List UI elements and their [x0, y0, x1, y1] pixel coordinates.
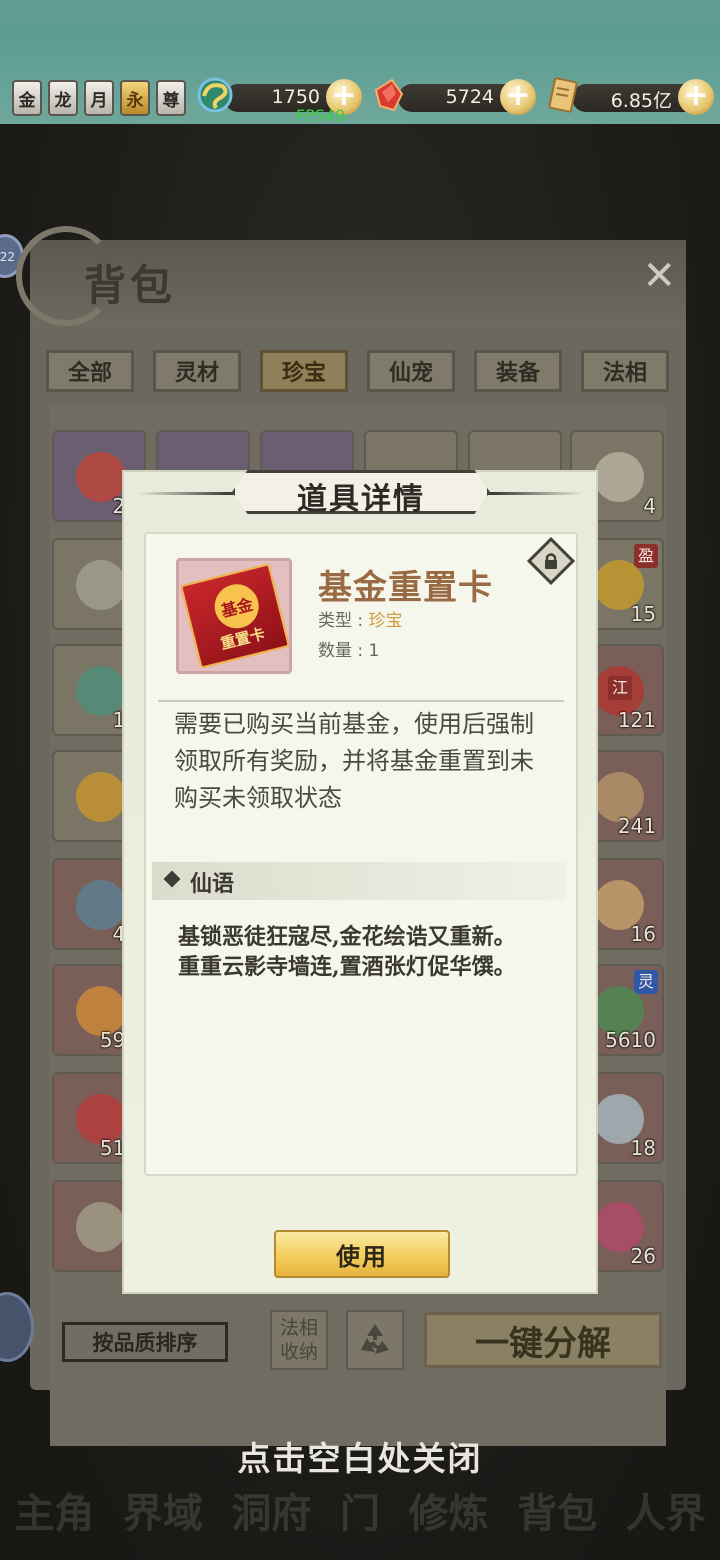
- item-thumbnail: 基金 重置卡: [176, 558, 292, 674]
- tab-materials[interactable]: 灵材: [153, 350, 241, 392]
- nav-cultivate[interactable]: 修炼: [409, 1481, 489, 1539]
- scroll-value: 6.85亿: [610, 90, 672, 112]
- dharma-storage-button[interactable]: 法相收纳: [270, 1310, 328, 1370]
- bag-header: 背包 ✕: [16, 226, 686, 326]
- red-gem-value: 5724: [445, 86, 494, 108]
- add-scroll-button[interactable]: +: [678, 79, 714, 115]
- item-description: 需要已购买当前基金，使用后强制领取所有奖励，并将基金重置到未购买未领取状态: [174, 710, 534, 812]
- scroll-ticket-icon: [542, 74, 584, 116]
- item-info-card: 基金 重置卡 基金重置卡 类型 : 珍宝 数量 : 1 需要已购买当前基金，使用…: [144, 532, 578, 1176]
- qty-label: 数量 :: [318, 641, 364, 661]
- item-type-row: 类型 : 珍宝: [318, 606, 403, 631]
- item-icon: [76, 1202, 126, 1252]
- resource-scroll: 6.85亿 +: [548, 77, 714, 115]
- item-count: 15: [630, 602, 656, 626]
- item-name: 基金重置卡: [318, 568, 493, 608]
- title-badges: 金 龙 月 永 尊: [12, 80, 186, 116]
- tab-pets[interactable]: 仙宠: [367, 350, 455, 392]
- item-qty-row: 数量 : 1: [318, 636, 379, 661]
- verse-header: 仙语: [152, 862, 566, 900]
- dialog-title-banner: 道具详情: [138, 466, 584, 522]
- use-button[interactable]: 使用: [274, 1230, 450, 1278]
- recycle-button[interactable]: [346, 1310, 404, 1370]
- tap-to-close-hint[interactable]: 点击空白处关闭: [0, 1432, 720, 1480]
- tab-all[interactable]: 全部: [46, 350, 134, 392]
- item-count: 26: [630, 1244, 656, 1268]
- lock-icon[interactable]: [526, 536, 576, 586]
- badge-moon[interactable]: 月: [84, 80, 114, 116]
- badge-gold[interactable]: 金: [12, 80, 42, 116]
- item-icon: [76, 560, 126, 610]
- item-tag: 江: [608, 676, 632, 700]
- resource-red-gem: 5724 +: [374, 79, 536, 115]
- tab-dharma[interactable]: 法相: [581, 350, 669, 392]
- type-value: 珍宝: [368, 611, 403, 631]
- verse-title: 仙语: [190, 872, 235, 897]
- bag-tabs: 全部 灵材 珍宝 仙宠 装备 法相: [46, 350, 669, 392]
- nav-bag[interactable]: 背包: [517, 1481, 597, 1539]
- item-count: 241: [617, 814, 656, 838]
- fund-reset-card-icon: 基金 重置卡: [179, 563, 291, 669]
- nav-realm[interactable]: 界域: [123, 1481, 203, 1539]
- badge-honor[interactable]: 尊: [156, 80, 186, 116]
- type-label: 类型 :: [318, 611, 364, 631]
- add-red-gem-button[interactable]: +: [500, 79, 536, 115]
- nav-cave[interactable]: 洞府: [231, 1481, 311, 1539]
- item-icon: [76, 772, 126, 822]
- item-count: 18: [630, 1136, 656, 1160]
- diamond-bullet-icon: [163, 870, 181, 888]
- tab-treasures[interactable]: 珍宝: [260, 350, 348, 392]
- recycle-icon: [361, 1324, 389, 1354]
- item-detail-dialog: 道具详情 基金 重置卡 基金重置卡 类型 : 珍宝 数量 : 1 需要已购买当前…: [122, 470, 598, 1294]
- badge-dragon[interactable]: 龙: [48, 80, 78, 116]
- close-icon[interactable]: ✕: [642, 256, 676, 296]
- verse-line-1: 基锁恶徒狂寇尽,金花绘诰又重新。: [178, 924, 516, 950]
- sort-by-quality-button[interactable]: 按品质排序: [62, 1322, 228, 1362]
- one-click-decompose-button[interactable]: 一键分解: [424, 1312, 662, 1368]
- item-count: 16: [630, 922, 656, 946]
- item-count: 4: [643, 494, 656, 518]
- item-tag: 灵: [634, 970, 658, 994]
- badge-forever[interactable]: 永: [120, 80, 150, 116]
- nav-sect[interactable]: 门: [340, 1481, 380, 1539]
- jade-swirl-icon: [194, 74, 236, 116]
- fps-counter: FPS49: [296, 106, 346, 125]
- item-tag: 盈: [634, 544, 658, 568]
- nav-human-realm[interactable]: 人界: [626, 1481, 706, 1539]
- tab-equipment[interactable]: 装备: [474, 350, 562, 392]
- status-bar: 金 龙 月 永 尊 1750 + 5724 + 6.85亿 + FPS49: [0, 0, 720, 125]
- verse-text: 基锁恶徒狂寇尽,金花绘诰又重新。 重重云影寺墙连,置酒张灯促华馔。: [178, 922, 558, 982]
- verse-line-2: 重重云影寺墙连,置酒张灯促华馔。: [178, 954, 516, 980]
- detail-divider: [158, 700, 564, 702]
- nav-protagonist[interactable]: 主角: [14, 1481, 94, 1539]
- red-gem-icon: [368, 74, 410, 116]
- jade-value: 1750: [271, 86, 320, 108]
- item-count: 121: [617, 708, 656, 732]
- item-icon: [594, 452, 644, 502]
- qty-value: 1: [368, 641, 380, 661]
- item-count: 5610: [605, 1028, 656, 1052]
- bag-title: 背包: [84, 261, 177, 310]
- dialog-title: 道具详情: [297, 482, 425, 517]
